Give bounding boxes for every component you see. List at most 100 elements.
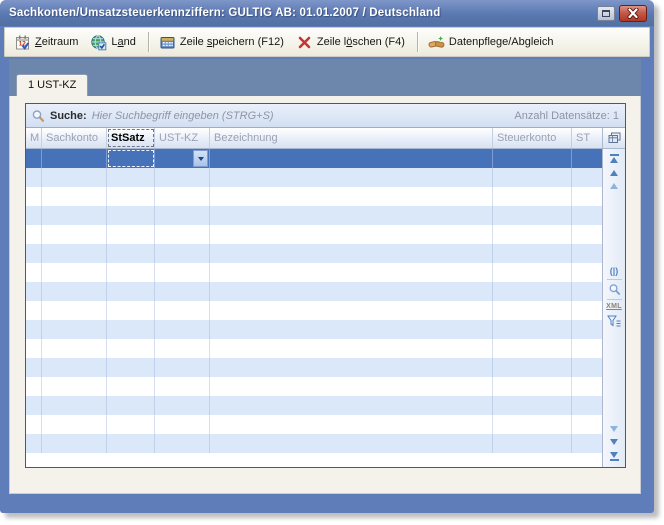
table-cell[interactable] bbox=[210, 149, 493, 168]
table-row[interactable] bbox=[26, 377, 602, 396]
table-cell[interactable] bbox=[26, 358, 42, 377]
scroll-down-page-button[interactable] bbox=[610, 426, 618, 432]
table-cell[interactable] bbox=[572, 301, 602, 320]
table-cell[interactable] bbox=[493, 339, 572, 358]
table-cell[interactable] bbox=[107, 168, 155, 187]
table-row[interactable] bbox=[26, 168, 602, 187]
scroll-top-button[interactable] bbox=[610, 154, 619, 163]
table-cell[interactable] bbox=[155, 434, 210, 453]
table-cell[interactable] bbox=[26, 187, 42, 206]
filter-button[interactable] bbox=[607, 315, 621, 328]
table-cell[interactable] bbox=[155, 320, 210, 339]
table-row[interactable] bbox=[26, 434, 602, 453]
table-cell[interactable] bbox=[210, 206, 493, 225]
table-cell[interactable] bbox=[493, 225, 572, 244]
table-cell[interactable] bbox=[107, 415, 155, 434]
table-row[interactable] bbox=[26, 320, 602, 339]
table-cell[interactable] bbox=[107, 149, 155, 168]
table-cell[interactable] bbox=[107, 244, 155, 263]
table-cell[interactable] bbox=[493, 396, 572, 415]
table-cell[interactable] bbox=[42, 396, 107, 415]
column-header-ust-kz[interactable]: UST-KZ bbox=[155, 128, 210, 148]
table-cell[interactable] bbox=[493, 415, 572, 434]
ust-kz-dropdown-button[interactable] bbox=[193, 150, 208, 167]
table-cell[interactable] bbox=[107, 263, 155, 282]
table-row[interactable] bbox=[26, 225, 602, 244]
column-header-m[interactable]: M bbox=[26, 128, 42, 148]
table-cell[interactable] bbox=[210, 263, 493, 282]
table-cell[interactable] bbox=[26, 206, 42, 225]
table-cell[interactable] bbox=[155, 396, 210, 415]
table-cell[interactable] bbox=[210, 244, 493, 263]
table-cell[interactable] bbox=[493, 320, 572, 339]
zeile-speichern-button[interactable]: Zeile speichern (F12) bbox=[155, 31, 290, 54]
table-cell[interactable] bbox=[493, 187, 572, 206]
table-cell[interactable] bbox=[155, 206, 210, 225]
table-cell[interactable] bbox=[42, 415, 107, 434]
table-cell[interactable] bbox=[26, 168, 42, 187]
table-cell[interactable] bbox=[26, 225, 42, 244]
table-cell[interactable] bbox=[572, 244, 602, 263]
table-row[interactable] bbox=[26, 263, 602, 282]
table-cell[interactable] bbox=[210, 320, 493, 339]
table-cell[interactable] bbox=[572, 225, 602, 244]
table-cell[interactable] bbox=[42, 320, 107, 339]
table-cell[interactable] bbox=[26, 301, 42, 320]
table-cell[interactable] bbox=[210, 358, 493, 377]
table-cell[interactable] bbox=[572, 282, 602, 301]
table-cell[interactable] bbox=[107, 282, 155, 301]
table-cell[interactable] bbox=[155, 339, 210, 358]
table-cell[interactable] bbox=[26, 149, 42, 168]
column-header-stsatz[interactable]: StSatz bbox=[107, 128, 155, 148]
table-cell[interactable] bbox=[155, 187, 210, 206]
table-row[interactable] bbox=[26, 339, 602, 358]
tab-ust-kz[interactable]: 1 UST-KZ bbox=[16, 74, 88, 96]
table-cell[interactable] bbox=[210, 396, 493, 415]
table-cell[interactable] bbox=[42, 358, 107, 377]
scroll-up-button[interactable] bbox=[610, 170, 618, 176]
table-cell[interactable] bbox=[42, 225, 107, 244]
scroll-bottom-button[interactable] bbox=[610, 452, 619, 461]
table-cell[interactable] bbox=[42, 282, 107, 301]
table-row[interactable] bbox=[26, 301, 602, 320]
column-header-steuerkonto[interactable]: Steuerkonto bbox=[493, 128, 572, 148]
table-cell[interactable] bbox=[572, 263, 602, 282]
table-cell[interactable] bbox=[572, 339, 602, 358]
zeitraum-button[interactable]: 12 Zeitraum bbox=[10, 31, 84, 54]
table-cell[interactable] bbox=[26, 263, 42, 282]
column-header-st[interactable]: ST bbox=[572, 128, 602, 148]
table-cell[interactable] bbox=[26, 339, 42, 358]
table-cell[interactable] bbox=[107, 396, 155, 415]
table-cell[interactable] bbox=[155, 225, 210, 244]
table-cell[interactable] bbox=[155, 244, 210, 263]
table-cell[interactable] bbox=[493, 206, 572, 225]
table-cell[interactable] bbox=[572, 149, 602, 168]
table-cell[interactable] bbox=[107, 339, 155, 358]
table-row[interactable] bbox=[26, 244, 602, 263]
table-cell[interactable] bbox=[210, 339, 493, 358]
table-row[interactable] bbox=[26, 206, 602, 225]
table-cell[interactable] bbox=[42, 168, 107, 187]
table-cell[interactable] bbox=[26, 377, 42, 396]
scroll-down-button[interactable] bbox=[610, 439, 618, 445]
table-cell[interactable] bbox=[210, 225, 493, 244]
scroll-up-page-button[interactable] bbox=[610, 183, 618, 189]
table-cell[interactable] bbox=[107, 377, 155, 396]
table-cell[interactable] bbox=[155, 377, 210, 396]
table-cell[interactable] bbox=[572, 168, 602, 187]
table-cell[interactable] bbox=[107, 320, 155, 339]
table-cell[interactable] bbox=[26, 282, 42, 301]
table-cell[interactable] bbox=[26, 320, 42, 339]
table-cell[interactable] bbox=[493, 263, 572, 282]
table-cell[interactable] bbox=[155, 149, 210, 168]
table-row[interactable] bbox=[26, 396, 602, 415]
table-cell[interactable] bbox=[572, 377, 602, 396]
column-header-bezeichnung[interactable]: Bezeichnung bbox=[210, 128, 493, 148]
table-row[interactable] bbox=[26, 415, 602, 434]
column-header-sachkonto[interactable]: Sachkonto bbox=[42, 128, 107, 148]
table-cell[interactable] bbox=[155, 282, 210, 301]
title-bar[interactable]: Sachkonten/Umsatzsteuerkennziffern: GÜLT… bbox=[0, 0, 654, 26]
search-bar[interactable]: Suche: Hier Suchbegriff eingeben (STRG+S… bbox=[26, 104, 625, 128]
table-cell[interactable] bbox=[155, 415, 210, 434]
table-cell[interactable] bbox=[26, 396, 42, 415]
